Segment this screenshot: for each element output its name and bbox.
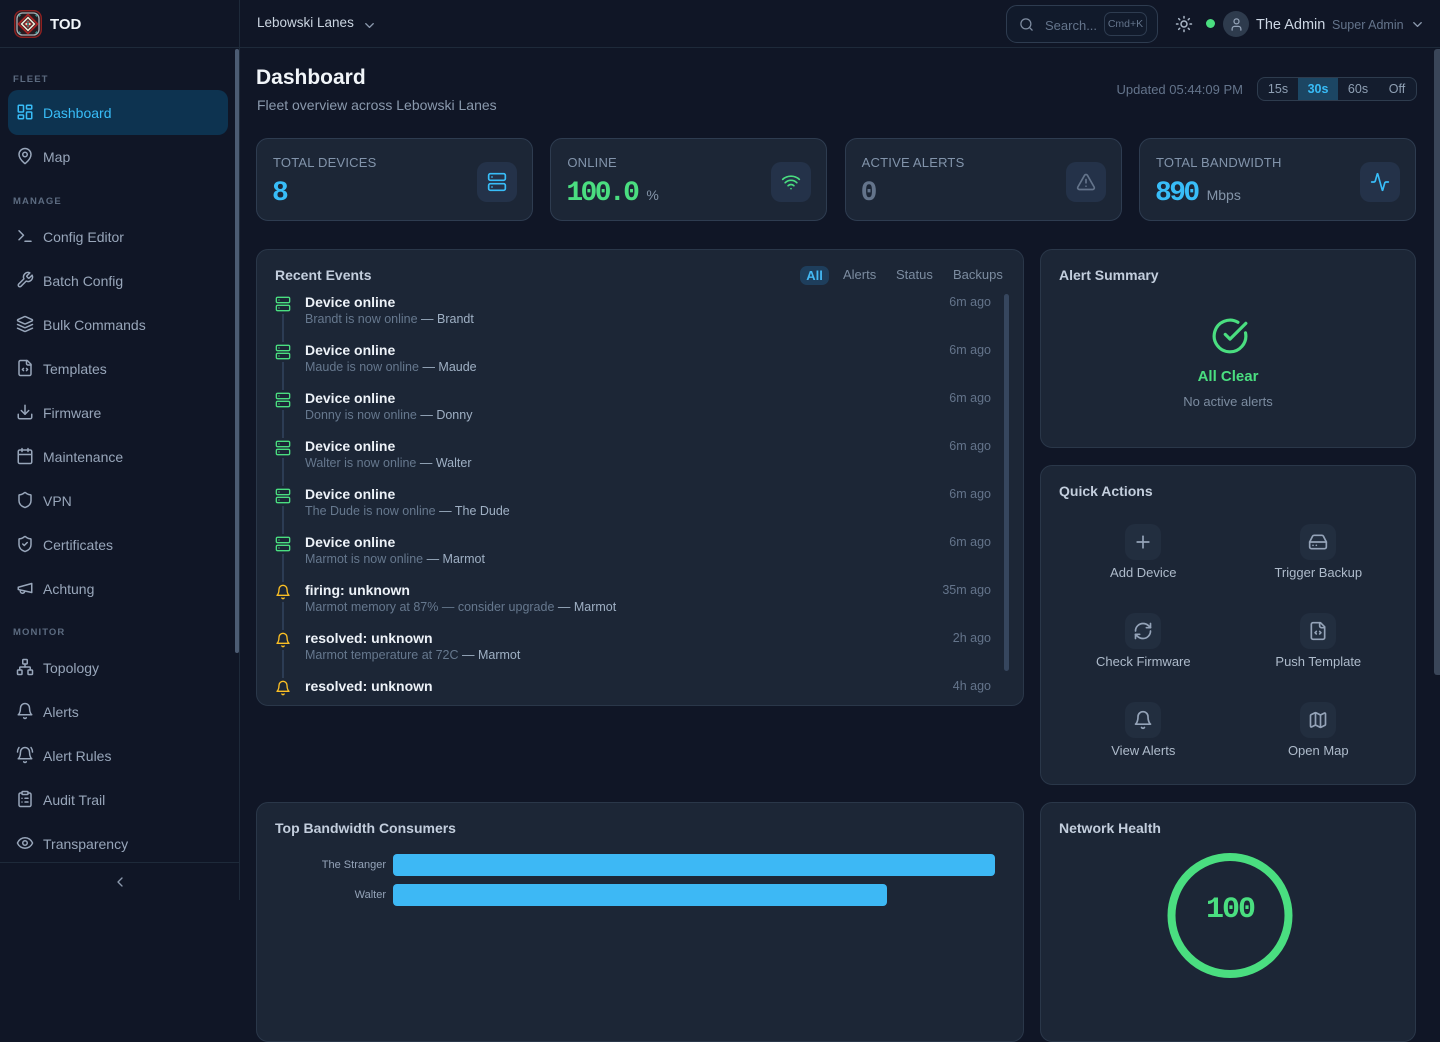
svg-text:100: 100	[1206, 893, 1255, 927]
